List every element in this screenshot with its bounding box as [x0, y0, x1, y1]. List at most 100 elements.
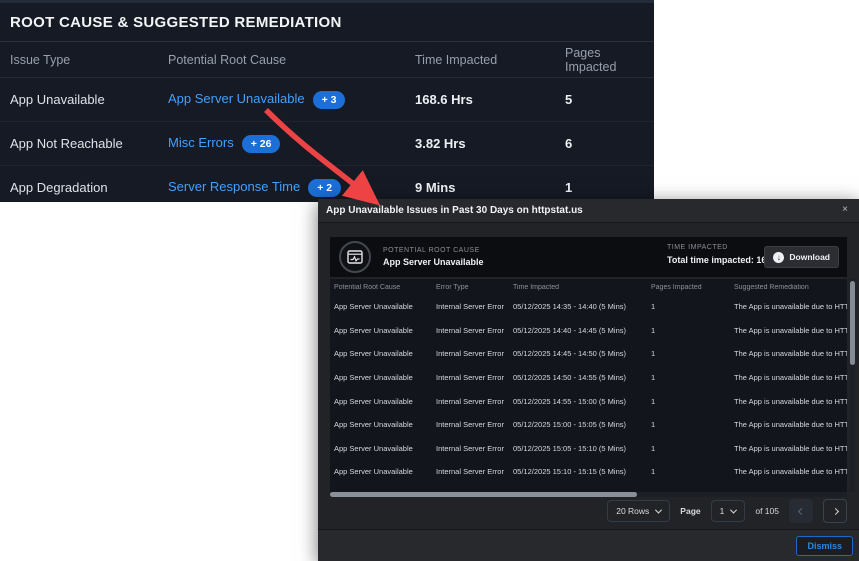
- issue-type-cell: App Unavailable: [10, 92, 168, 107]
- modal-title: App Unavailable Issues in Past 30 Days o…: [318, 205, 583, 216]
- issue-pages: 1: [651, 467, 734, 476]
- app-monitor-icon: [339, 241, 371, 273]
- issue-row: App Server Unavailable Internal Server E…: [330, 437, 847, 461]
- root-cause-cell: Misc Errors + 26: [168, 135, 415, 153]
- horizontal-scrollbar-thumb[interactable]: [330, 492, 637, 497]
- horizontal-scrollbar[interactable]: [330, 492, 847, 497]
- panel-header-row: Issue Type Potential Root Cause Time Imp…: [0, 42, 654, 78]
- summary-root-cause: POTENTIAL ROOT CAUSE App Server Unavaila…: [383, 246, 484, 268]
- page-value: 1: [720, 506, 725, 516]
- issue-root-cause: App Server Unavailable: [334, 397, 436, 406]
- download-button[interactable]: ↓ Download: [764, 246, 839, 268]
- col-root-cause: Potential Root Cause: [334, 284, 436, 291]
- issue-pages: 1: [651, 397, 734, 406]
- col-time-impacted: Time Impacted: [415, 53, 565, 67]
- root-cause-link[interactable]: App Server Unavailable: [168, 91, 305, 106]
- chevron-left-icon: [797, 507, 804, 514]
- rows-per-page-value: 20 Rows: [616, 506, 649, 516]
- issue-remediation: The App is unavailable due to HTTP Error…: [734, 444, 847, 453]
- issue-time: 05/12/2025 14:45 - 14:50 (5 Mins): [513, 349, 651, 358]
- dismiss-button[interactable]: Dismiss: [796, 536, 853, 556]
- col-pages-impacted: Pages Impacted: [565, 46, 644, 74]
- issues-table: Potential Root Cause Error Type Time Imp…: [330, 279, 847, 492]
- root-cause-panel: ROOT CAUSE & SUGGESTED REMEDIATION Issue…: [0, 0, 654, 202]
- issue-error-type: Internal Server Error: [436, 467, 513, 476]
- col-remediation: Suggested Remediation: [734, 284, 847, 291]
- pages-impacted-cell: 5: [565, 92, 644, 107]
- issue-row: App Server Unavailable Internal Server E…: [330, 319, 847, 343]
- root-cause-link[interactable]: Misc Errors: [168, 135, 234, 150]
- count-badge[interactable]: + 3: [313, 91, 346, 109]
- issue-row: App Server Unavailable Internal Server E…: [330, 342, 847, 366]
- root-cause-row: App Degradation Server Response Time+ 2 …: [0, 166, 654, 202]
- issue-error-type: Internal Server Error: [436, 373, 513, 382]
- issue-time: 05/12/2025 14:55 - 15:00 (5 Mins): [513, 397, 651, 406]
- issue-row: App Server Unavailable Internal Server E…: [330, 484, 847, 492]
- download-label: Download: [789, 252, 830, 262]
- page-label: Page: [680, 506, 700, 516]
- next-page-button[interactable]: [823, 499, 847, 523]
- issues-modal: App Unavailable Issues in Past 30 Days o…: [318, 199, 859, 561]
- vertical-scrollbar[interactable]: [850, 279, 855, 492]
- issue-root-cause: App Server Unavailable: [334, 349, 436, 358]
- rows-per-page-select[interactable]: 20 Rows: [607, 500, 670, 522]
- root-cause-cell: App Server Unavailable + 3: [168, 91, 415, 109]
- issue-time: 05/12/2025 15:05 - 15:10 (5 Mins): [513, 444, 651, 453]
- download-icon: ↓: [773, 252, 784, 263]
- modal-footer: Dismiss: [318, 529, 859, 561]
- issue-remediation: The App is unavailable due to HTTP Error…: [734, 420, 847, 429]
- summary-root-cause-label: POTENTIAL ROOT CAUSE: [383, 246, 484, 255]
- issue-remediation: The App is unavailable due to HTTP Error…: [734, 302, 847, 311]
- issue-row: App Server Unavailable Internal Server E…: [330, 366, 847, 390]
- issue-root-cause: App Server Unavailable: [334, 420, 436, 429]
- modal-titlebar: App Unavailable Issues in Past 30 Days o…: [318, 199, 859, 223]
- chevron-down-icon: [655, 506, 662, 513]
- issue-pages: 1: [651, 420, 734, 429]
- issue-error-type: Internal Server Error: [436, 302, 513, 311]
- issue-remediation: The App is unavailable due to HTTP Error…: [734, 467, 847, 476]
- issue-type-cell: App Not Reachable: [10, 136, 168, 151]
- pagination: 20 Rows Page 1 of 105: [607, 498, 847, 524]
- previous-page-button[interactable]: [789, 499, 813, 523]
- issue-pages: 1: [651, 444, 734, 453]
- page-count-label: of 105: [755, 506, 779, 516]
- issue-error-type: Internal Server Error: [436, 397, 513, 406]
- issue-root-cause: App Server Unavailable: [334, 373, 436, 382]
- col-error-type: Error Type: [436, 284, 513, 291]
- issue-row: App Server Unavailable Internal Server E…: [330, 413, 847, 437]
- vertical-scrollbar-thumb[interactable]: [850, 281, 855, 365]
- issue-pages: 1: [651, 302, 734, 311]
- issue-time: 05/12/2025 14:50 - 14:55 (5 Mins): [513, 373, 651, 382]
- time-impacted-cell: 3.82 Hrs: [415, 136, 565, 151]
- issue-time: 05/12/2025 15:10 - 15:15 (5 Mins): [513, 467, 651, 476]
- chevron-down-icon: [730, 506, 737, 513]
- root-cause-row: App Not Reachable Misc Errors + 26 3.82 H…: [0, 122, 654, 166]
- issue-pages: 1: [651, 373, 734, 382]
- root-cause-row: App Unavailable App Server Unavailable + …: [0, 78, 654, 122]
- panel-title: ROOT CAUSE & SUGGESTED REMEDIATION: [0, 3, 654, 42]
- issue-remediation: The App is unavailable due to HTTP Error…: [734, 373, 847, 382]
- root-cause-link[interactable]: Server Response Time: [168, 179, 300, 194]
- issue-remediation: The App is unavailable due to HTTP Error…: [734, 326, 847, 335]
- pages-impacted-cell: 6: [565, 136, 644, 151]
- issue-error-type: Internal Server Error: [436, 326, 513, 335]
- summary-bar: POTENTIAL ROOT CAUSE App Server Unavaila…: [330, 237, 847, 277]
- issue-row: App Server Unavailable Internal Server E…: [330, 389, 847, 413]
- col-pages: Pages Impacted: [651, 284, 734, 291]
- issue-root-cause: App Server Unavailable: [334, 326, 436, 335]
- issue-time: 05/12/2025 15:00 - 15:05 (5 Mins): [513, 420, 651, 429]
- count-badge[interactable]: + 2: [308, 179, 341, 197]
- summary-root-cause-value: App Server Unavailable: [383, 256, 484, 268]
- page-select[interactable]: 1: [711, 500, 746, 522]
- close-icon[interactable]: ×: [838, 203, 852, 217]
- issue-error-type: Internal Server Error: [436, 444, 513, 453]
- issue-row: App Server Unavailable Internal Server E…: [330, 460, 847, 484]
- issue-row: App Server Unavailable Internal Server E…: [330, 295, 847, 319]
- issue-error-type: Internal Server Error: [436, 349, 513, 358]
- issue-error-type: Internal Server Error: [436, 420, 513, 429]
- issue-remediation: The App is unavailable due to HTTP Error…: [734, 349, 847, 358]
- count-badge[interactable]: + 26: [242, 135, 281, 153]
- pages-impacted-cell: 1: [565, 180, 644, 195]
- chevron-right-icon: [831, 507, 838, 514]
- col-issue-type: Issue Type: [10, 53, 168, 67]
